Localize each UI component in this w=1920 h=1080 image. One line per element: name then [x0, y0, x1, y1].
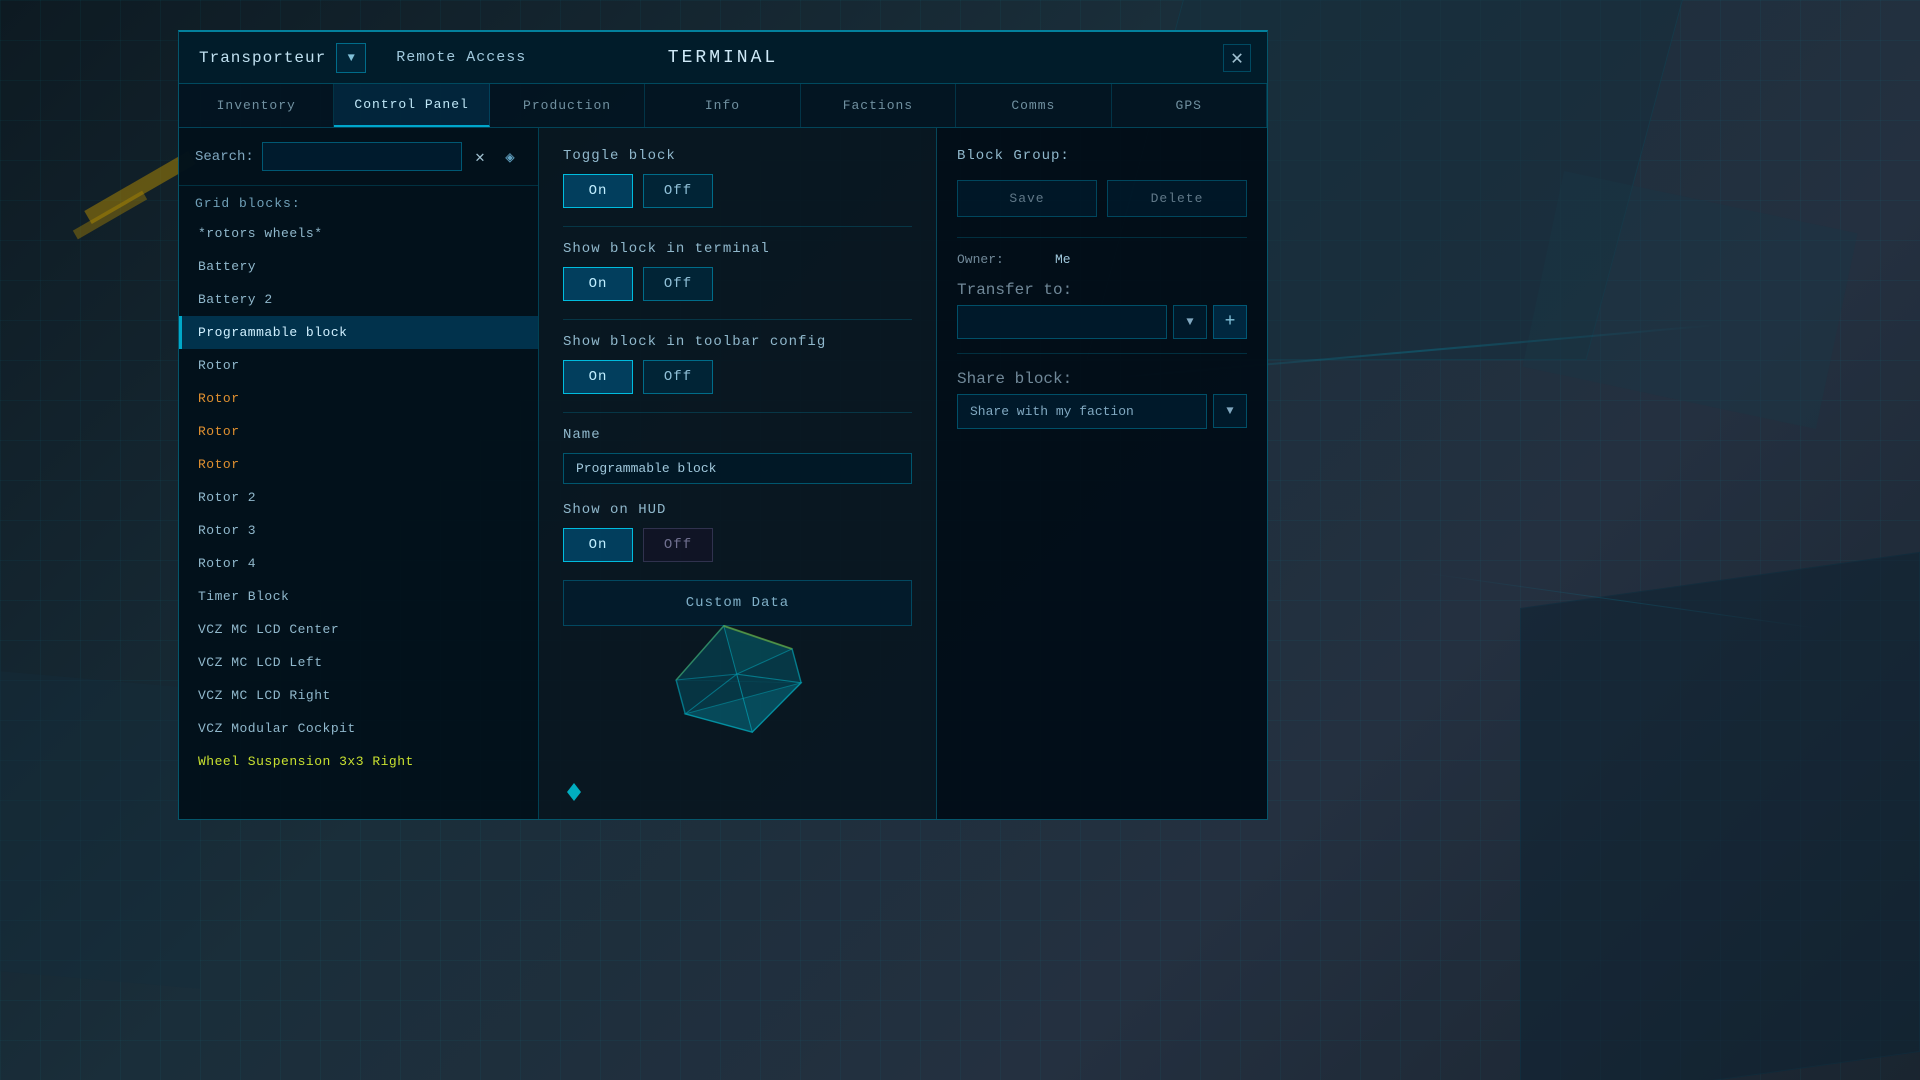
bg-shape-2: [1520, 552, 1920, 1080]
action-row: Save Delete: [957, 180, 1247, 217]
share-dropdown-row: Share with my faction ▼: [957, 394, 1247, 429]
transfer-row: ▼ +: [957, 305, 1247, 339]
name-label: Name: [563, 427, 912, 443]
list-item[interactable]: Rotor 2: [179, 481, 538, 514]
list-item[interactable]: VCZ Modular Cockpit: [179, 712, 538, 745]
left-panel: Search: ✕ ◈ Grid blocks: *rotors wheels*…: [179, 128, 539, 819]
owner-key: Owner:: [957, 252, 1047, 267]
save-button[interactable]: Save: [957, 180, 1097, 217]
bg-shape-4: [0, 671, 200, 988]
list-item[interactable]: Rotor 4: [179, 547, 538, 580]
grid-blocks-header: Grid blocks:: [179, 186, 538, 217]
tab-inventory[interactable]: Inventory: [179, 84, 334, 127]
show-hud-on-button[interactable]: On: [563, 528, 633, 562]
show-terminal-off-button[interactable]: Off: [643, 267, 713, 301]
divider-1: [563, 226, 912, 227]
tab-comms[interactable]: Comms: [956, 84, 1111, 127]
tab-gps[interactable]: GPS: [1112, 84, 1267, 127]
divider-right-2: [957, 353, 1247, 354]
ship-name: Transporteur: [199, 49, 326, 67]
terminal-title: Terminal: [668, 48, 778, 68]
list-item[interactable]: Rotor 3: [179, 514, 538, 547]
block-list: *rotors wheels* Battery Battery 2 Progra…: [179, 217, 538, 819]
show-toolbar-row: On Off: [563, 360, 912, 394]
search-input[interactable]: [262, 142, 462, 171]
right-panel: Block Group: Save Delete Owner: Me Trans…: [937, 128, 1267, 819]
owner-row: Owner: Me: [957, 252, 1247, 267]
custom-data-button[interactable]: Custom Data: [563, 580, 912, 626]
toggle-block-label: Toggle block: [563, 148, 912, 164]
show-terminal-label: Show block in terminal: [563, 241, 912, 257]
transfer-key: Transfer to:: [957, 281, 1247, 299]
middle-panel: Toggle block On Off Show block in termin…: [539, 128, 937, 819]
name-input[interactable]: [563, 453, 912, 484]
show-terminal-on-button[interactable]: On: [563, 267, 633, 301]
tab-factions[interactable]: Factions: [801, 84, 956, 127]
remote-access-label: Remote Access: [396, 49, 526, 66]
list-item[interactable]: VCZ MC LCD Left: [179, 646, 538, 679]
list-item[interactable]: *rotors wheels*: [179, 217, 538, 250]
tab-info[interactable]: Info: [645, 84, 800, 127]
content-area: Search: ✕ ◈ Grid blocks: *rotors wheels*…: [179, 128, 1267, 819]
divider-2: [563, 319, 912, 320]
search-filter-icon[interactable]: ◈: [498, 147, 522, 167]
list-item[interactable]: Battery: [179, 250, 538, 283]
close-button[interactable]: ✕: [1223, 44, 1251, 72]
divider-right-1: [957, 237, 1247, 238]
search-label: Search:: [195, 149, 254, 165]
show-terminal-row: On Off: [563, 267, 912, 301]
list-item[interactable]: Rotor: [179, 415, 538, 448]
show-hud-off-button[interactable]: Off: [643, 528, 713, 562]
list-item[interactable]: Rotor: [179, 448, 538, 481]
list-item[interactable]: Rotor: [179, 382, 538, 415]
show-hud-label: Show on HUD: [563, 502, 912, 518]
tab-production[interactable]: Production: [490, 84, 645, 127]
show-toolbar-on-button[interactable]: On: [563, 360, 633, 394]
list-item-selected[interactable]: Programmable block: [179, 316, 538, 349]
bg-shape-3: [1522, 171, 1857, 429]
list-item[interactable]: VCZ MC LCD Center: [179, 613, 538, 646]
list-item[interactable]: Timer Block: [179, 580, 538, 613]
terminal-window: Transporteur ▼ Remote Access Terminal ✕ …: [178, 30, 1268, 820]
list-item[interactable]: Battery 2: [179, 283, 538, 316]
tab-bar: Inventory Control Panel Production Info …: [179, 84, 1267, 128]
transfer-dropdown-button[interactable]: ▼: [1173, 305, 1207, 339]
share-dropdown[interactable]: Share with my faction: [957, 394, 1207, 429]
search-bar: Search: ✕ ◈: [179, 128, 538, 186]
show-toolbar-label: Show block in toolbar config: [563, 334, 912, 350]
owner-value: Me: [1055, 252, 1071, 267]
ship-dropdown-button[interactable]: ▼: [336, 43, 366, 73]
list-item[interactable]: Wheel Suspension 3x3 Right: [179, 745, 538, 778]
block-group-label: Block Group:: [957, 148, 1247, 164]
header-bar: Transporteur ▼ Remote Access Terminal ✕: [179, 32, 1267, 84]
show-toolbar-off-button[interactable]: Off: [643, 360, 713, 394]
share-section: Share block: Share with my faction ▼: [957, 370, 1247, 429]
transfer-dropdown[interactable]: [957, 305, 1167, 339]
transfer-add-button[interactable]: +: [1213, 305, 1247, 339]
tab-control-panel[interactable]: Control Panel: [334, 84, 489, 127]
transfer-section: Transfer to: ▼ +: [957, 281, 1247, 339]
list-item[interactable]: VCZ MC LCD Right: [179, 679, 538, 712]
toggle-block-off-button[interactable]: Off: [643, 174, 713, 208]
list-item[interactable]: Rotor: [179, 349, 538, 382]
share-key: Share block:: [957, 370, 1247, 388]
toggle-block-row: On Off: [563, 174, 912, 208]
search-clear-icon[interactable]: ✕: [470, 147, 490, 167]
corner-marker: [567, 783, 581, 801]
share-dropdown-button[interactable]: ▼: [1213, 394, 1247, 428]
toggle-block-on-button[interactable]: On: [563, 174, 633, 208]
delete-button[interactable]: Delete: [1107, 180, 1247, 217]
divider-3: [563, 412, 912, 413]
show-hud-row: On Off: [563, 528, 912, 562]
name-section: Name: [563, 427, 912, 484]
